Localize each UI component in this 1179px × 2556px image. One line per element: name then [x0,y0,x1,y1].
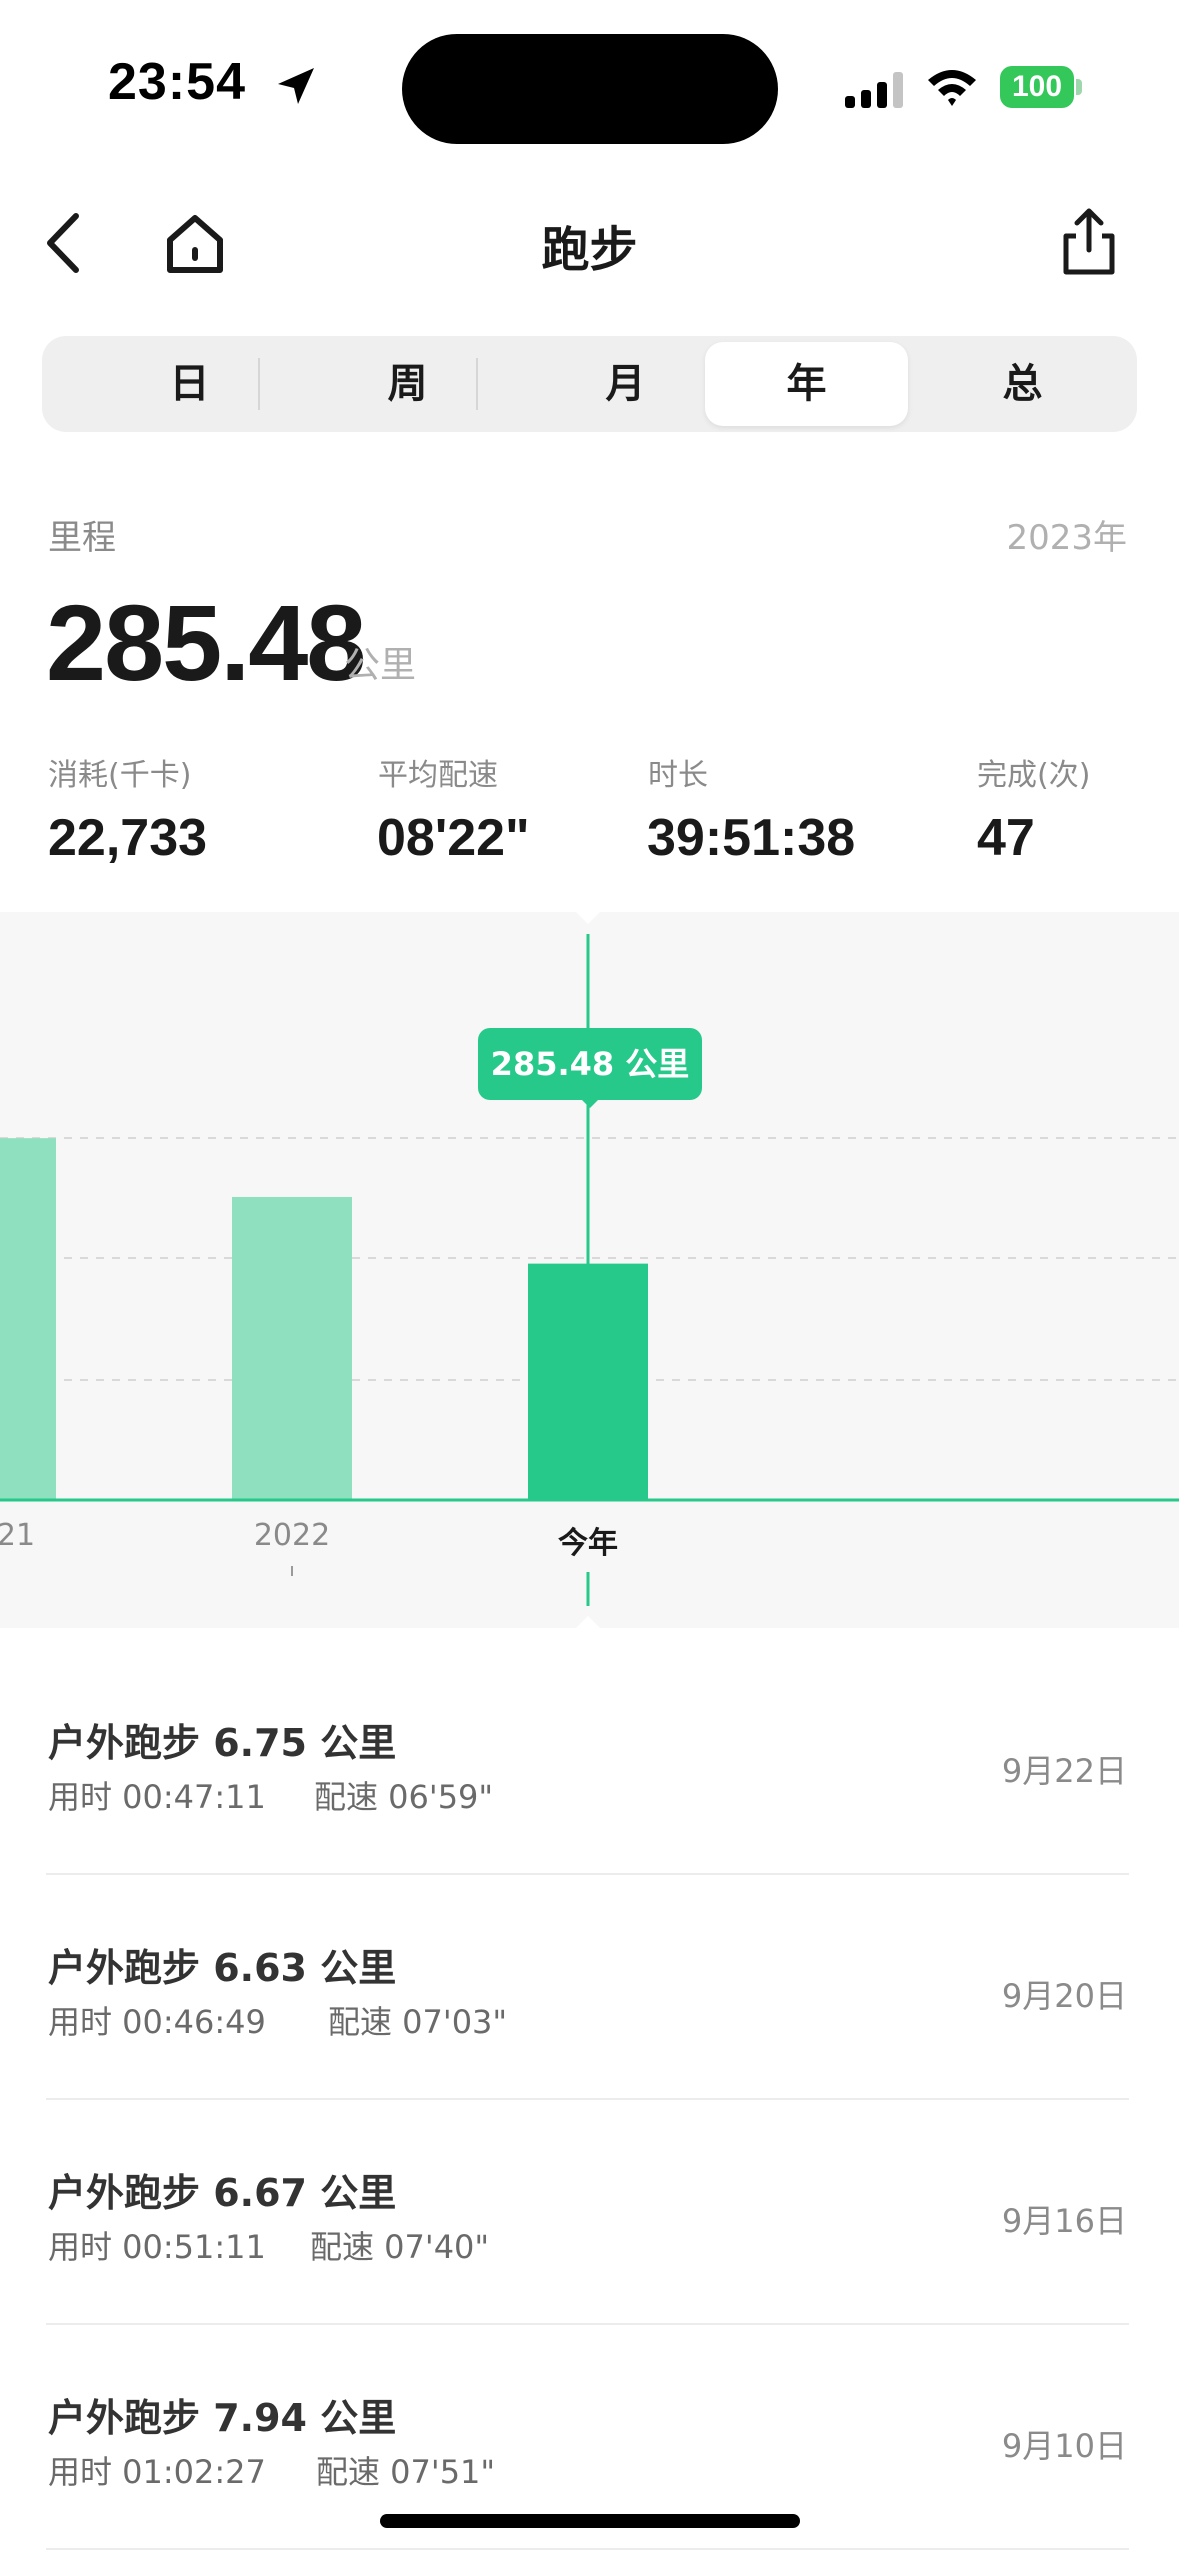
chart-bar [0,1138,56,1500]
run-duration: 用时 01:02:27 [48,2453,266,2491]
run-duration: 用时 00:47:11 [48,1778,266,1816]
page-title: 跑步 [541,222,638,278]
status-time: 23:54 [108,53,246,111]
run-list-item[interactable]: 户外跑步 6.63 公里 用时 00:46:49 配速 07'03" 9月20日 [46,1875,1129,2100]
run-date: 9月10日 [1001,2427,1127,2465]
tab-day[interactable]: 日 [88,342,291,426]
top-notch [576,912,600,924]
tab-month[interactable]: 月 [524,342,727,426]
home-indicator [380,2514,800,2528]
location-arrow-icon [278,68,314,104]
total-distance: 285.48 [46,582,366,703]
run-pace: 配速 07'51" [316,2453,496,2491]
run-list-item[interactable]: 户外跑步 6.75 公里 用时 00:47:11 配速 06'59" 9月22日 [46,1650,1129,1875]
tooltip-pointer [580,1098,600,1108]
chart-tooltip: 285.48 公里 [478,1028,702,1100]
run-pace: 配速 07'40" [310,2228,490,2266]
run-title: 户外跑步 6.63 公里 [48,1946,397,1990]
run-pace: 配速 06'59" [314,1778,494,1816]
run-title: 户外跑步 6.67 公里 [48,2171,397,2215]
x-tick-label: 21 [0,1518,36,1553]
wifi-icon [928,70,976,106]
completed-value: 47 [977,809,1035,867]
completed-label: 完成(次) [977,758,1091,793]
distance-unit: 公里 [344,645,417,686]
tab-divider [258,358,260,410]
share-icon[interactable] [1058,206,1120,278]
run-title: 户外跑步 7.94 公里 [48,2396,397,2440]
run-duration: 用时 00:51:11 [48,2228,266,2266]
chart-bar [232,1196,352,1500]
mileage-label: 里程 [48,518,116,558]
x-tick-label: 2022 [253,1518,331,1553]
tab-year[interactable]: 年 [705,342,908,426]
dynamic-island [402,34,778,144]
run-date: 9月16日 [1001,2202,1127,2240]
cellular-signal-icon [845,72,903,108]
battery-cap [1076,79,1082,95]
bottom-notch [576,1616,600,1628]
period-tabs: 日 周 月 年 总 [42,336,1137,432]
avg-pace-label: 平均配速 [378,758,498,793]
avg-pace-value: 08'22" [377,809,530,867]
battery-level: 100 [1000,66,1074,108]
run-duration: 用时 00:46:49 [48,2003,266,2041]
calories-label: 消耗(千卡) [48,758,192,793]
tab-week[interactable]: 周 [306,342,509,426]
year-label: 2023年 [1006,518,1127,558]
run-title: 户外跑步 6.75 公里 [48,1721,397,1765]
run-list-item[interactable]: 户外跑步 6.67 公里 用时 00:51:11 配速 07'40" 9月16日 [46,2100,1129,2325]
duration-value: 39:51:38 [647,809,856,867]
run-pace: 配速 07'03" [328,2003,508,2041]
battery-indicator: 100 [1000,66,1082,108]
calories-value: 22,733 [48,809,208,867]
tab-divider [476,358,478,410]
run-date: 9月22日 [1001,1752,1127,1790]
duration-label: 时长 [648,758,708,793]
tab-total[interactable]: 总 [921,342,1124,426]
run-date: 9月20日 [1001,1977,1127,2015]
x-tick-label-current: 今年 [558,1526,618,1561]
